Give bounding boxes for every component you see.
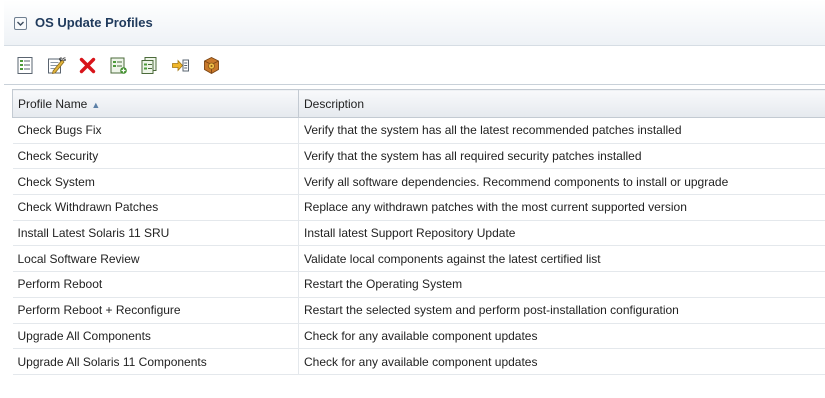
table-row[interactable]: Check Bugs Fix Verify that the system ha…: [12, 117, 825, 144]
delete-profile-button[interactable]: [78, 56, 97, 75]
deploy-profile-button[interactable]: [202, 56, 221, 75]
copy-profile-icon: [141, 57, 157, 74]
profile-name-cell: Upgrade All Solaris 11 Components: [12, 348, 299, 375]
table-row[interactable]: Upgrade All Solaris 11 Components Check …: [12, 348, 825, 375]
description-cell: Install latest Support Repository Update: [298, 220, 825, 247]
profile-name-cell: Install Latest Solaris 11 SRU: [12, 220, 299, 247]
profiles-table: Profile Name ▲ Description Check Bugs Fix…: [12, 89, 825, 375]
collapse-panel-button[interactable]: [14, 17, 27, 30]
table-row[interactable]: Perform Reboot Restart the Operating Sys…: [12, 271, 825, 298]
profile-name-cell: Check Security: [12, 143, 299, 170]
profile-name-cell: Perform Reboot + Reconfigure: [12, 297, 299, 324]
column-header-description[interactable]: Description: [298, 89, 825, 118]
sort-ascending-icon: ▲: [91, 99, 101, 110]
column-header-profile-name[interactable]: Profile Name ▲: [12, 89, 299, 118]
profile-name-cell: Check System: [12, 168, 299, 196]
description-cell: Restart the selected system and perform …: [298, 297, 825, 324]
column-header-label: Profile Name: [18, 96, 88, 111]
toolbar: OS: [4, 47, 825, 85]
table-row[interactable]: Check Withdrawn Patches Replace any with…: [12, 194, 825, 221]
new-profile-icon: [110, 57, 127, 74]
panel-title: OS Update Profiles: [35, 15, 153, 30]
description-cell: Verify that the system has all the lates…: [298, 117, 825, 144]
table-row[interactable]: Perform Reboot + Reconfigure Restart the…: [12, 297, 825, 324]
description-cell: Replace any withdrawn patches with the m…: [298, 194, 825, 221]
import-arrow-icon: [172, 59, 189, 72]
description-cell: Validate local components against the la…: [298, 245, 825, 273]
table-row[interactable]: Check System Verify all software depende…: [12, 168, 825, 196]
table-row[interactable]: Install Latest Solaris 11 SRU Install la…: [12, 220, 825, 247]
chevron-down-icon: [17, 21, 24, 26]
table-row[interactable]: Check Security Verify that the system ha…: [12, 143, 825, 170]
profile-name-cell: Upgrade All Components: [12, 323, 299, 350]
import-profile-button[interactable]: [171, 56, 190, 75]
delete-x-icon: [79, 57, 96, 74]
description-cell: Check for any available component update…: [298, 348, 825, 375]
description-cell: Check for any available component update…: [298, 323, 825, 350]
edit-profile-button[interactable]: OS: [47, 56, 66, 75]
profile-name-cell: Check Bugs Fix: [12, 117, 299, 144]
profile-name-cell: Check Withdrawn Patches: [12, 194, 299, 221]
profile-name-cell: Perform Reboot: [12, 271, 299, 298]
copy-profile-button[interactable]: [140, 56, 159, 75]
description-cell: Verify that the system has all required …: [298, 143, 825, 170]
panel-header: OS Update Profiles: [4, 0, 825, 46]
create-profile-button[interactable]: [109, 56, 128, 75]
edit-os-icon: OS: [48, 57, 66, 75]
profile-name-cell: Local Software Review: [12, 245, 299, 273]
view-profile-details-button[interactable]: [16, 56, 35, 75]
details-list-icon: [17, 57, 33, 74]
table-row[interactable]: Local Software Review Validate local com…: [12, 245, 825, 273]
deploy-package-icon: [204, 56, 219, 75]
svg-text:OS: OS: [59, 57, 66, 63]
table-row[interactable]: Upgrade All Components Check for any ava…: [12, 323, 825, 350]
description-cell: Restart the Operating System: [298, 271, 825, 298]
description-cell: Verify all software dependencies. Recomm…: [298, 168, 825, 196]
table-header-row: Profile Name ▲ Description: [12, 89, 825, 118]
column-header-label: Description: [304, 96, 365, 111]
